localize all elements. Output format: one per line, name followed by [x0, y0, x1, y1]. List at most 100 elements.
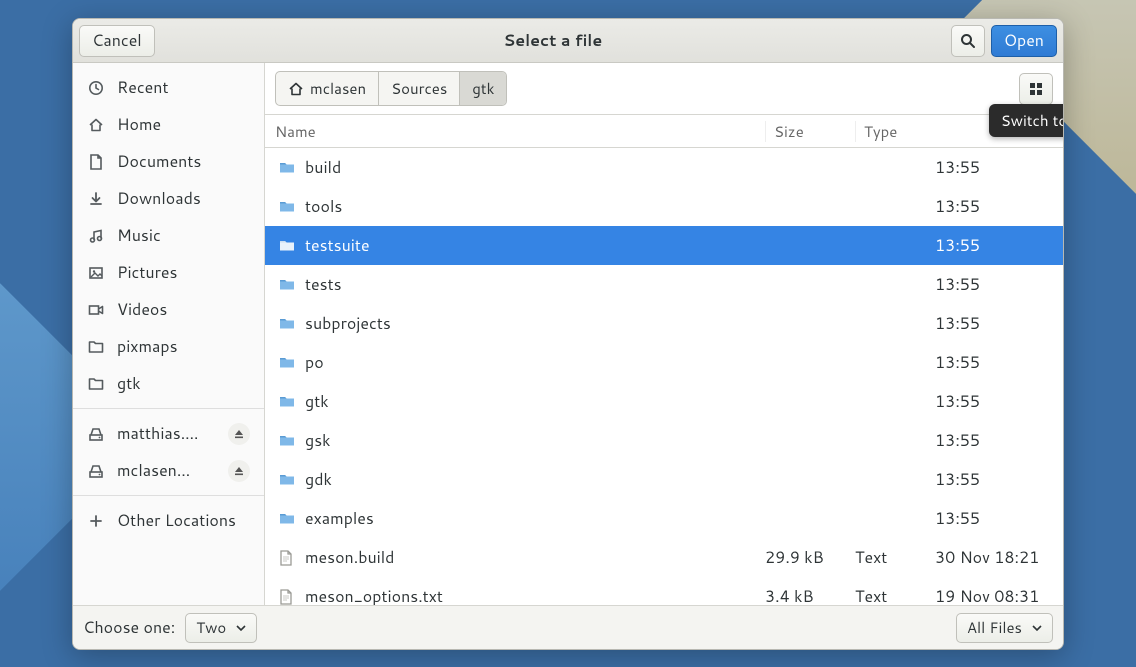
column-header-name[interactable]: Name: [265, 121, 765, 142]
file-list[interactable]: build13:55tools13:55testsuite13:55tests1…: [265, 148, 1063, 605]
sidebar-item-label: Recent: [117, 76, 250, 99]
download-icon: [87, 190, 105, 208]
folder-icon: [279, 316, 295, 332]
folder-icon: [279, 238, 295, 254]
eject-button[interactable]: [228, 460, 250, 482]
sidebar-item-pixmaps[interactable]: pixmaps: [73, 328, 264, 365]
file-size: 3.4 kB: [765, 585, 855, 605]
sidebar-item-videos[interactable]: Videos: [73, 291, 264, 328]
cancel-button[interactable]: Cancel: [79, 25, 155, 57]
separator: [73, 495, 264, 496]
folder-icon: [279, 277, 295, 293]
column-header-size[interactable]: Size: [765, 121, 855, 142]
file-row[interactable]: po 13:55: [265, 343, 1063, 382]
grid-icon: [1029, 82, 1043, 96]
file-row[interactable]: build13:55: [265, 148, 1063, 187]
sidebar-item-label: Music: [117, 224, 250, 247]
drive-icon: [87, 425, 105, 443]
sidebar-item-music[interactable]: Music: [73, 217, 264, 254]
sidebar-item-label: pixmaps: [117, 335, 250, 358]
sidebar-item-label: matthias.…: [117, 422, 216, 445]
view-toggle-button[interactable]: [1019, 73, 1053, 105]
file-row[interactable]: examples13:55: [265, 499, 1063, 538]
file-row[interactable]: tests 13:55: [265, 265, 1063, 304]
sidebar-item-label: Documents: [117, 150, 250, 173]
file-row[interactable]: tools13:55: [265, 187, 1063, 226]
sidebar-item-label: Home: [117, 113, 250, 136]
breadcrumb: mclasen Sources gtk: [275, 71, 507, 106]
file-modified: 13:55: [935, 273, 1051, 296]
file-filter-value: All Files: [967, 617, 1022, 638]
footer: Choose one: Two All Files: [73, 605, 1063, 649]
main-pane: mclasen Sources gtk Switch to grid view Na…: [265, 63, 1063, 605]
file-modified: 13:55: [935, 429, 1051, 452]
sidebar-item-home[interactable]: Home: [73, 106, 264, 143]
breadcrumb-item[interactable]: mclasen: [276, 72, 379, 105]
sidebar-item-recent[interactable]: Recent: [73, 69, 264, 106]
sidebar-item-downloads[interactable]: Downloads: [73, 180, 264, 217]
separator: [73, 408, 264, 409]
file-name: tests: [305, 273, 342, 296]
file-modified: 13:55: [935, 351, 1051, 374]
file-row[interactable]: testsuite13:55: [265, 226, 1063, 265]
file-name: examples: [305, 507, 374, 530]
sidebar-item-label: Downloads: [117, 187, 250, 210]
breadcrumb-item[interactable]: gtk: [460, 72, 506, 105]
file-name: testsuite: [305, 234, 370, 257]
breadcrumb-label: Sources: [391, 78, 447, 99]
file-name: po: [305, 351, 324, 374]
folder-icon: [279, 199, 295, 215]
sidebar-volume[interactable]: mclasen…: [73, 452, 264, 489]
file-row[interactable]: gtk13:55: [265, 382, 1063, 421]
open-button-label: Open: [1004, 29, 1044, 52]
plus-icon: [87, 512, 105, 530]
sidebar-item-pictures[interactable]: Pictures: [73, 254, 264, 291]
file-modified: 13:55: [935, 390, 1051, 413]
open-button[interactable]: Open: [991, 25, 1057, 57]
choose-combo-value: Two: [196, 617, 226, 638]
file-name: gsk: [305, 429, 331, 452]
caret-down-icon: [236, 625, 246, 631]
search-button[interactable]: [951, 25, 985, 57]
file-type: Text: [855, 546, 935, 569]
home-icon: [288, 81, 304, 97]
list-header: Name Size Type: [265, 115, 1063, 148]
drive-icon: [87, 462, 105, 480]
videos-icon: [87, 301, 105, 319]
sidebar-item-gtk[interactable]: gtk: [73, 365, 264, 402]
file-modified: 13:55: [935, 468, 1051, 491]
tooltip: Switch to grid view: [989, 104, 1064, 137]
file-row[interactable]: gdk 13:55: [265, 460, 1063, 499]
eject-button[interactable]: [228, 423, 250, 445]
file-name: gdk: [305, 468, 332, 491]
home-icon: [87, 116, 105, 134]
sidebar: Recent Home Documents Downloads Music Picture…: [73, 63, 265, 605]
clock-icon: [87, 79, 105, 97]
file-icon: [279, 550, 295, 566]
file-row[interactable]: meson.build29.9 kBText30 Nov 18:21: [265, 538, 1063, 577]
file-row[interactable]: subprojects13:55: [265, 304, 1063, 343]
file-modified: 13:55: [935, 156, 1051, 179]
breadcrumb-item[interactable]: Sources: [379, 72, 460, 105]
file-row[interactable]: meson_options.txt3.4 kBText19 Nov 08:31: [265, 577, 1063, 605]
file-filter-combo[interactable]: All Files: [956, 613, 1053, 643]
file-icon: [279, 589, 295, 605]
column-header-type[interactable]: Type: [855, 121, 935, 142]
search-icon: [960, 33, 976, 49]
file-name: subprojects: [305, 312, 391, 335]
titlebar: Cancel Select a file Open: [73, 19, 1063, 63]
cancel-button-label: Cancel: [92, 29, 142, 52]
folder-icon: [279, 433, 295, 449]
sidebar-volume[interactable]: matthias.…: [73, 415, 264, 452]
pictures-icon: [87, 264, 105, 282]
music-icon: [87, 227, 105, 245]
folder-icon: [279, 472, 295, 488]
file-name: tools: [305, 195, 342, 218]
sidebar-other-locations[interactable]: Other Locations: [73, 502, 264, 539]
choose-label: Choose one:: [83, 616, 175, 639]
file-type: Text: [855, 585, 935, 605]
sidebar-item-label: Pictures: [117, 261, 250, 284]
sidebar-item-documents[interactable]: Documents: [73, 143, 264, 180]
file-row[interactable]: gsk 13:55: [265, 421, 1063, 460]
choose-combo[interactable]: Two: [185, 613, 257, 643]
